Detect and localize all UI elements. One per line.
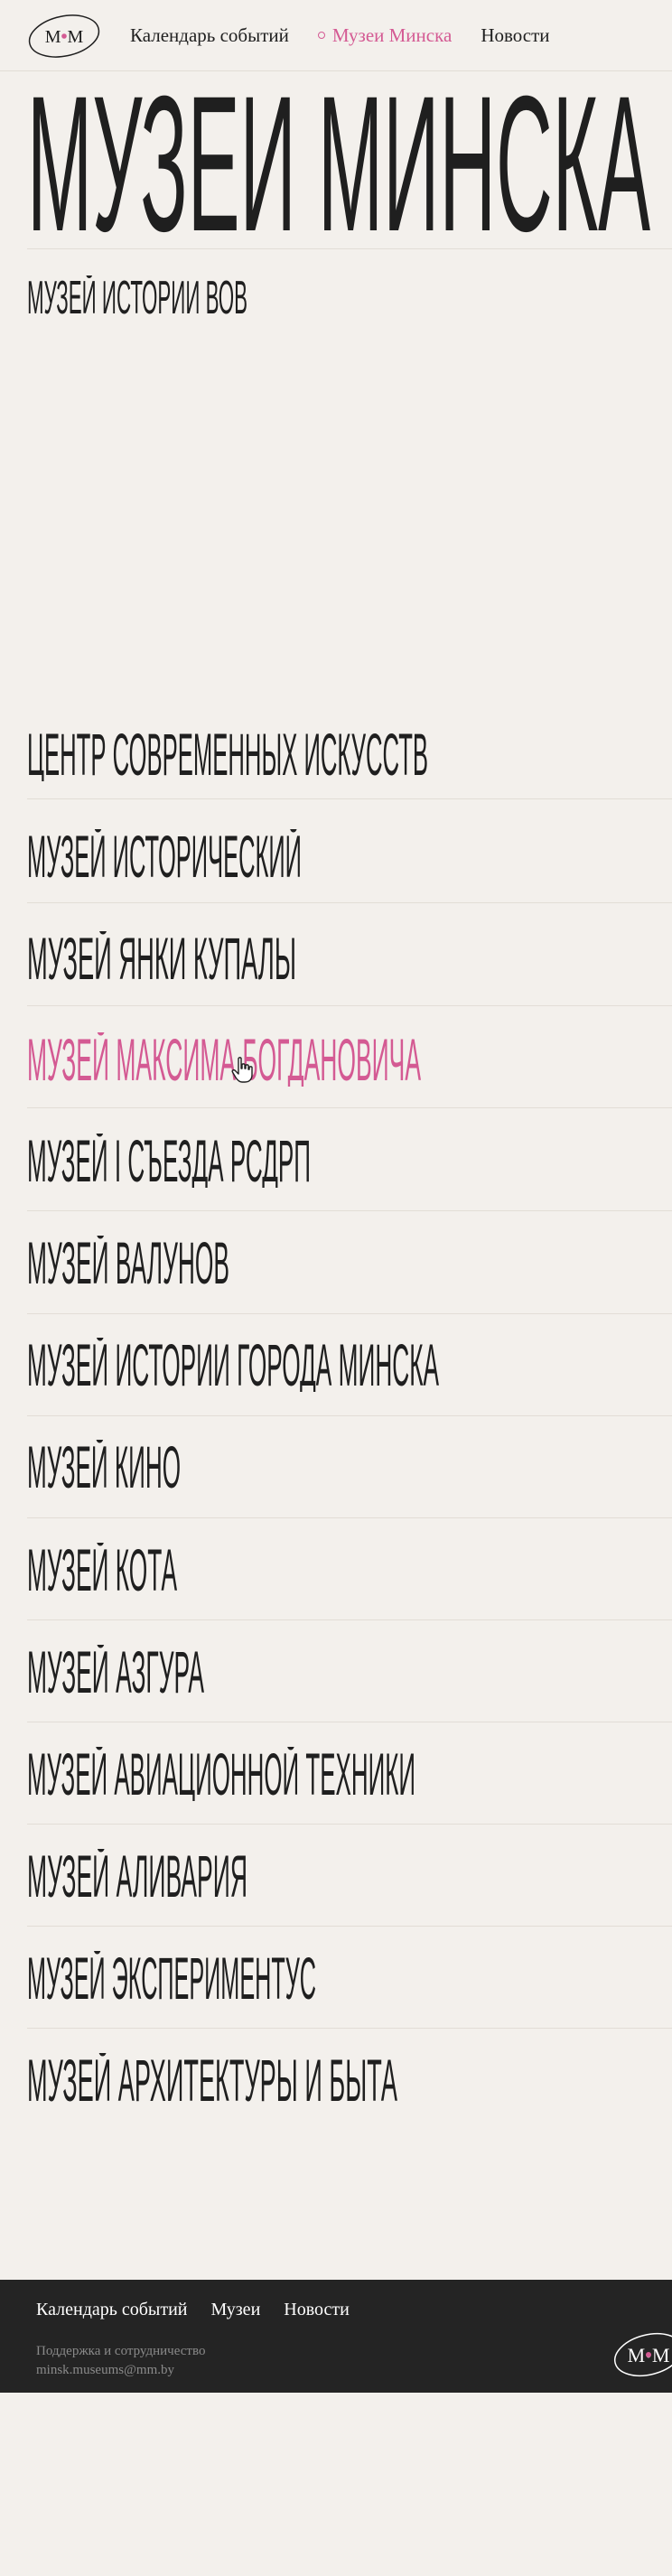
museum-link-boulders[interactable]: МУЗЕЙ ВАЛУНОВ (27, 1228, 231, 1296)
museum-link-historical[interactable]: МУЗЕЙ ИСТОРИЧЕСКИЙ (27, 822, 303, 890)
footer-contact: Поддержка и сотрудничество minsk.museums… (36, 2342, 205, 2380)
nav-museums-link[interactable]: Музеи Минска (317, 24, 453, 47)
museum-link-experimentus[interactable]: МУЗЕЙ ЭКСПЕРИМЕНТУС (27, 1944, 318, 2011)
museum-link-csi[interactable]: ЦЕНТР СОВРЕМЕННЫХ ИСКУССТВ (27, 721, 430, 788)
nav-museums-label: Музеи Минска (331, 24, 453, 46)
museum-label: МУЗЕЙ АЛИВАРИЯ (27, 1849, 247, 1903)
footer-nav: Календарь событий Музеи Новости (36, 2300, 350, 2320)
nav-events-link[interactable]: Календарь событий (130, 24, 289, 47)
footer-museums-link[interactable]: Музеи (211, 2300, 261, 2320)
divider (27, 2028, 672, 2029)
divider (27, 1619, 672, 1620)
divider (27, 1313, 672, 1314)
divider (27, 1005, 672, 1006)
museum-link-aviation[interactable]: МУЗЕЙ АВИАЦИОННОЙ ТЕХНИКИ (27, 1740, 417, 1807)
footer-logo-dot-icon (646, 2352, 651, 2357)
page-title-text: МУЗЕИ МИНСКА (27, 83, 650, 237)
divider (27, 1517, 672, 1518)
museum-label: МУЗЕЙ ИСТОРИИ ВОВ (27, 275, 247, 319)
museum-link-bogdanovich[interactable]: МУЗЕЙ МАКСИМА БОГДАНОВИЧА (27, 1025, 423, 1093)
site-header: M•M Календарь событий Музеи Минска Новос… (0, 0, 672, 71)
museum-label: МУЗЕЙ I СЪЕЗДА РСДРП (27, 1134, 311, 1188)
museum-link-city-history[interactable]: МУЗЕЙ ИСТОРИИ ГОРОДА МИНСКА (27, 1330, 441, 1398)
museum-link-alivaria[interactable]: МУЗЕЙ АЛИВАРИЯ (27, 1842, 249, 1909)
museum-link-cinema[interactable]: МУЗЕЙ КИНО (27, 1433, 182, 1500)
support-text: Поддержка и сотрудничество (36, 2344, 206, 2358)
museum-link-cat[interactable]: МУЗЕЙ КОТА (27, 1535, 179, 1603)
museum-label: МУЗЕЙ ИСТОРИИ ГОРОДА МИНСКА (27, 1338, 439, 1392)
museum-link-kupala[interactable]: МУЗЕЙ ЯНКИ КУПАЛЫ (27, 924, 298, 992)
divider (27, 1107, 672, 1108)
divider (27, 1824, 672, 1825)
divider (27, 248, 672, 249)
museum-link-azgur[interactable]: МУЗЕЙ АЗГУРА (27, 1638, 206, 1705)
divider (27, 1415, 672, 1416)
site-logo[interactable]: M•M (27, 11, 101, 61)
museum-label: МУЗЕЙ АВИАЦИОННОЙ ТЕХНИКИ (27, 1747, 415, 1801)
museum-label: МУЗЕЙ МАКСИМА БОГДАНОВИЧА (27, 1032, 421, 1087)
museum-label: ЦЕНТР СОВРЕМЕННЫХ ИСКУССТВ (27, 727, 428, 781)
museum-link-vov[interactable]: МУЗЕЙ ИСТОРИИ ВОВ (27, 271, 249, 324)
divider (27, 1926, 672, 1927)
museum-link-rsdrp[interactable]: МУЗЕЙ I СЪЕЗДА РСДРП (27, 1126, 313, 1194)
divider (27, 798, 672, 799)
museum-label: МУЗЕЙ АЗГУРА (27, 1645, 204, 1699)
museum-label: МУЗЕЙ КИНО (27, 1440, 181, 1494)
museum-label: МУЗЕЙ ЭКСПЕРИМЕНТУС (27, 1951, 316, 2005)
museum-label: МУЗЕЙ КОТА (27, 1543, 177, 1597)
museum-label: МУЗЕЙ АРХИТЕКТУРЫ И БЫТА (27, 2053, 397, 2107)
page-title: МУЗЕИ МИНСКА (27, 83, 650, 237)
divider (27, 902, 672, 903)
main-nav: Календарь событий Музеи Минска Новости (130, 24, 550, 47)
logo-dot-icon (61, 33, 67, 39)
footer-events-link[interactable]: Календарь событий (36, 2300, 188, 2320)
site-footer: Календарь событий Музеи Новости Поддержк… (0, 2280, 672, 2393)
hand-cursor-icon (231, 1057, 253, 1083)
museum-label: МУЗЕЙ ЯНКИ КУПАЛЫ (27, 931, 296, 985)
footer-news-link[interactable]: Новости (284, 2300, 350, 2320)
footer-logo[interactable]: M•M (612, 2325, 672, 2385)
divider (27, 1210, 672, 1211)
contact-email[interactable]: minsk.museums@mm.by (36, 2361, 205, 2380)
museum-label: МУЗЕЙ ИСТОРИЧЕСКИЙ (27, 829, 302, 883)
active-dot-icon (317, 32, 325, 40)
museum-label: МУЗЕЙ ВАЛУНОВ (27, 1236, 229, 1290)
museum-link-architecture[interactable]: МУЗЕЙ АРХИТЕКТУРЫ И БЫТА (27, 2046, 399, 2114)
nav-news-link[interactable]: Новости (481, 24, 549, 47)
